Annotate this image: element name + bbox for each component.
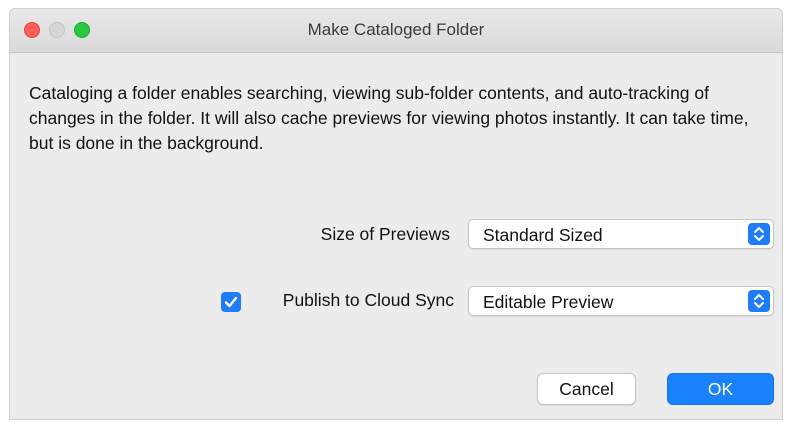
size-of-previews-select[interactable]: Standard Sized xyxy=(468,219,774,249)
dialog-window: Make Cataloged Folder Cataloging a folde… xyxy=(9,8,783,420)
description-text: Cataloging a folder enables searching, v… xyxy=(29,83,749,153)
size-of-previews-value: Standard Sized xyxy=(483,225,603,245)
size-of-previews-label: Size of Previews xyxy=(320,224,450,244)
cancel-button[interactable]: Cancel xyxy=(537,373,636,405)
up-down-chevron-icon xyxy=(748,223,770,245)
checkmark-icon xyxy=(224,296,238,308)
publish-to-cloud-sync-checkbox[interactable] xyxy=(221,292,241,312)
window-title: Make Cataloged Folder xyxy=(307,20,485,39)
up-down-chevron-icon xyxy=(748,290,770,312)
publish-to-cloud-sync-label[interactable]: Publish to Cloud Sync xyxy=(248,290,454,311)
cloud-sync-preview-select[interactable]: Editable Preview xyxy=(468,286,774,316)
cloud-sync-preview-value: Editable Preview xyxy=(483,292,614,312)
ok-button[interactable]: OK xyxy=(667,373,774,405)
title-bar[interactable]: Make Cataloged Folder xyxy=(10,9,782,53)
